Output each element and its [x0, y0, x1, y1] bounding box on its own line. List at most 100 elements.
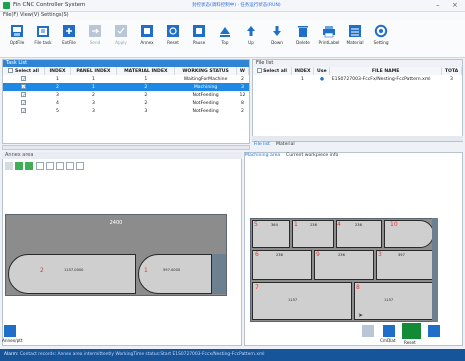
close-button[interactable]: ×: [452, 1, 458, 9]
task-select-all[interactable]: Select all: [3, 67, 46, 75]
minimize-button[interactable]: –: [436, 1, 440, 9]
column-header[interactable]: TOTA: [441, 67, 462, 75]
menu-settings[interactable]: Settings(S): [41, 12, 69, 18]
pause-icon: [193, 25, 205, 37]
part-number: 2: [40, 267, 44, 274]
extfile-button[interactable]: ExtFile: [57, 24, 81, 54]
file-list-panel: File list Select all INDEX Use FILE NAME…: [252, 59, 463, 142]
print-label-button[interactable]: PrintLabel: [317, 24, 341, 54]
part-dimension: 1157: [384, 298, 394, 302]
part-shape[interactable]: [8, 254, 136, 294]
select-all-checkbox[interactable]: [8, 68, 14, 73]
file-task-button[interactable]: File task: [31, 24, 55, 54]
cmdlat-icon[interactable]: [383, 325, 395, 337]
part-shape[interactable]: [354, 282, 434, 320]
export-icon[interactable]: [76, 162, 84, 170]
task-list-title: Task List: [3, 60, 249, 67]
part-shape[interactable]: [376, 250, 434, 280]
next-panel-icon[interactable]: [428, 325, 440, 337]
down-button[interactable]: Down: [265, 24, 289, 54]
layout-icon[interactable]: [66, 162, 74, 170]
part-dimension: 1157.0000: [64, 268, 84, 272]
part-shape[interactable]: [138, 254, 212, 294]
window-title: Fin CNC Controller System: [13, 2, 86, 8]
setting-button[interactable]: Setting: [369, 24, 393, 54]
reset-green-label: Reset: [404, 340, 416, 345]
alarm-label: Alarm:: [4, 352, 19, 357]
delete-button[interactable]: Delete: [291, 24, 315, 54]
table-row[interactable]: ✓ 1 1 1 WaitingForMachine 2: [3, 75, 249, 83]
view-tool-icon[interactable]: [5, 162, 13, 170]
table-row[interactable]: ✓ 3 2 2 NotFeeding 12: [3, 91, 249, 99]
alarm-status-bar: Alarm: Contact records: Annex area inter…: [0, 349, 465, 361]
column-header[interactable]: FILE NAME: [329, 67, 442, 75]
table-row[interactable]: ✓ 5 3 3 NotFeeding 2: [3, 107, 249, 115]
row-checkbox[interactable]: ✓: [21, 92, 27, 97]
column-header[interactable]: Use: [313, 67, 331, 75]
part-dimension: 236: [355, 223, 362, 227]
column-header[interactable]: INDEX: [44, 67, 71, 75]
up-button[interactable]: Up: [239, 24, 263, 54]
part-dimension: 1157: [288, 298, 298, 302]
send-icon: [89, 25, 101, 37]
menu-file[interactable]: File(F): [3, 12, 18, 18]
optfile-button[interactable]: OptFile: [5, 24, 29, 54]
print-label-icon: [323, 26, 335, 38]
table-row[interactable]: ✓ 2 1 2 Machining 3: [3, 83, 249, 91]
row-checkbox[interactable]: ✓: [21, 76, 27, 81]
mouse-cursor-icon: ➤: [358, 312, 364, 319]
green-view-icon[interactable]: [15, 162, 23, 170]
column-header[interactable]: W: [236, 67, 250, 75]
top-button[interactable]: Top: [213, 24, 237, 54]
apply-button[interactable]: Apply: [109, 24, 133, 54]
part-number: 8: [356, 284, 360, 291]
material-button[interactable]: Material: [343, 24, 367, 54]
select-all-checkbox[interactable]: [256, 68, 262, 73]
apply-icon: [115, 25, 127, 37]
annex-ptt-icon[interactable]: [4, 325, 16, 337]
column-header[interactable]: PANEL INDEX: [70, 67, 118, 75]
column-header[interactable]: WORKING STATUS: [174, 67, 237, 75]
pause-button[interactable]: Pause: [187, 24, 211, 54]
task-list-scrollbar[interactable]: [2, 145, 250, 150]
annex-icon: [141, 25, 153, 37]
send-button[interactable]: Send: [83, 24, 107, 54]
column-header[interactable]: MATERIAL INDEX: [116, 67, 176, 75]
file-list-scrollbar[interactable]: [252, 136, 463, 141]
row-checkbox[interactable]: ✓: [21, 84, 27, 89]
tab-material[interactable]: Material: [276, 142, 295, 147]
reset-button[interactable]: Reset: [161, 24, 185, 54]
zoom-icon[interactable]: [36, 162, 44, 170]
toolbar-icon[interactable]: [362, 325, 374, 337]
menu-view[interactable]: View(V): [20, 12, 39, 18]
part-number: 5: [254, 221, 258, 228]
table-row[interactable]: ✓ 4 3 2 NotFeeding 8: [3, 99, 249, 107]
setting-icon: [374, 24, 388, 38]
reset-green-icon[interactable]: [402, 323, 421, 339]
grid-icon[interactable]: [46, 162, 54, 170]
part-number: 10: [390, 221, 398, 228]
material-icon: [349, 25, 361, 37]
annex-button[interactable]: Annex: [135, 24, 159, 54]
app-logo-icon: [3, 2, 10, 9]
table-row[interactable]: 1 ● E1S0727003-FccFx/Nesting-FccPattern.…: [253, 75, 462, 83]
sheet-edge: [432, 218, 438, 322]
measure-icon[interactable]: [56, 162, 64, 170]
tab-current-workpiece[interactable]: Current workpiece info: [286, 153, 338, 158]
green-fit-icon[interactable]: [25, 162, 33, 170]
part-number: 1: [294, 221, 298, 228]
tab-file-list[interactable]: File list: [254, 142, 270, 147]
file-table: Select all INDEX Use FILE NAME TOTA 1 ● …: [253, 67, 462, 83]
row-checkbox[interactable]: ✓: [21, 100, 27, 105]
top-icon: [220, 27, 230, 37]
part-dimension: 364: [271, 223, 278, 227]
up-icon: [247, 26, 255, 36]
row-checkbox[interactable]: ✓: [21, 108, 27, 113]
annex-area-title: Annex area: [2, 152, 242, 159]
part-dimension: 236: [310, 223, 317, 227]
file-select-all[interactable]: Select all: [253, 67, 292, 75]
alarm-message: Contact records: Annex area intermittent…: [19, 352, 265, 357]
column-header[interactable]: INDEX: [291, 67, 315, 75]
tab-machining-area[interactable]: Machining area: [245, 153, 280, 158]
part-shape[interactable]: [252, 282, 352, 320]
